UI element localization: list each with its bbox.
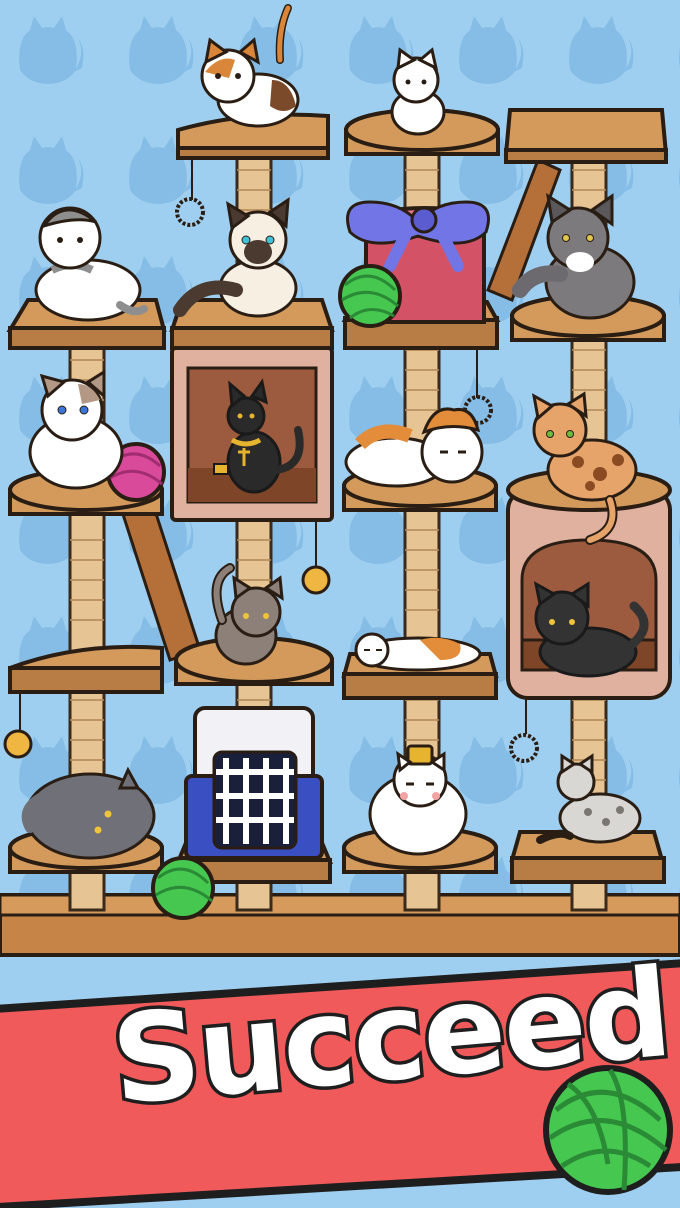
game-scene xyxy=(0,0,680,1208)
pet-carrier xyxy=(184,706,324,860)
banner-yarn-ball xyxy=(543,1065,673,1195)
cat-white xyxy=(390,47,446,136)
